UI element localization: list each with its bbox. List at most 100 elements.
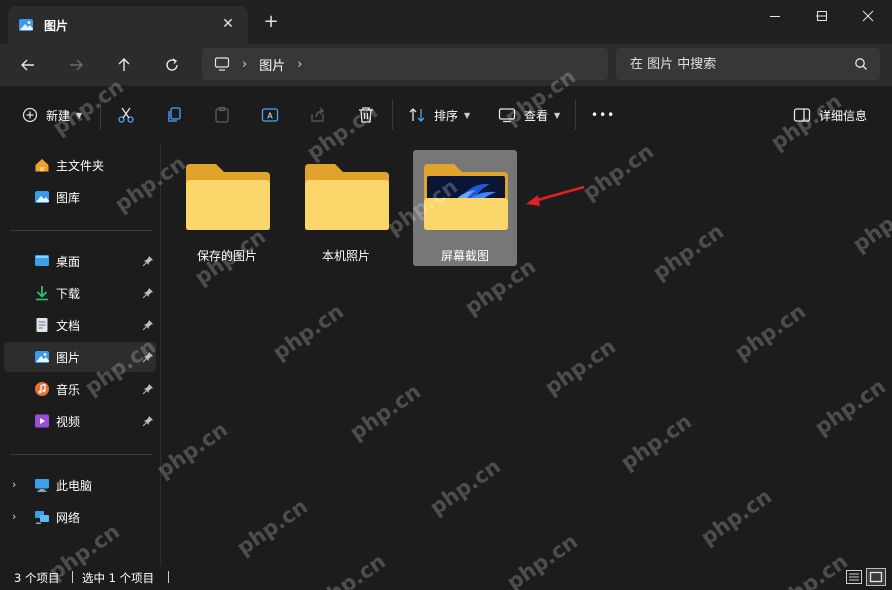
view-button[interactable]: 查看 ▼ [498,102,560,128]
details-pane-button[interactable]: 详细信息 [793,102,867,128]
view-icon [498,108,516,123]
pane-splitter[interactable] [160,144,161,566]
delete-button[interactable] [357,102,375,128]
search-input[interactable] [630,56,840,72]
folder-item-selected[interactable]: 屏幕截图 [413,150,517,266]
sidebar-item-downloads[interactable]: 下载 [4,278,156,308]
pin-icon[interactable] [142,287,154,299]
maximize-button[interactable] [799,0,845,32]
sidebar-item-label: 视频 [56,414,81,429]
sort-label: 排序 [434,108,459,123]
close-button[interactable] [845,0,891,32]
selected-count: 选中 1 个项目 [82,571,155,585]
pictures-icon [35,351,49,363]
sidebar-item-this-pc[interactable]: › 此电脑 [4,470,156,500]
refresh-button[interactable] [160,54,184,76]
this-pc-icon [35,479,49,492]
address-bar[interactable]: › 图片 › [202,48,608,80]
folder-name: 屏幕截图 [440,249,489,263]
watermark: php.cn [268,299,349,365]
tab-label: 图片 [44,18,69,33]
sort-button[interactable]: 排序 ▼ [408,102,470,128]
watermark: php.cn [345,379,426,445]
large-icons-view-button[interactable] [866,568,886,586]
watermark: php.cn [232,494,313,560]
more-options-button[interactable]: ••• [591,102,615,128]
new-button[interactable]: 新建 ▼ [22,102,82,128]
chevron-right-icon[interactable]: › [12,510,16,523]
chevron-down-icon: ▼ [76,110,83,120]
forward-button[interactable] [64,54,88,76]
share-button[interactable] [309,102,327,128]
refresh-icon [166,58,178,71]
sidebar-item-label: 此电脑 [56,478,93,493]
cut-button[interactable] [117,102,135,128]
rename-icon: A [261,108,279,122]
folder-item[interactable]: 本机照片 [294,150,398,266]
pictures-icon [19,19,33,31]
sidebar-item-videos[interactable]: 视频 [4,406,156,436]
watermark: php.cn [696,484,777,550]
watermark: php.cn [616,409,697,475]
minimize-button-2[interactable] [752,0,798,32]
svg-text:A: A [267,112,273,121]
arrow-left-icon [21,59,34,71]
sidebar-item-home[interactable]: 主文件夹 [4,150,156,180]
sidebar-item-network[interactable]: › 网络 [4,502,156,532]
download-icon [36,286,48,301]
navigation-pane: 主文件夹 图库 桌面 下载 文档 图片 音乐 视频 › 此电脑 › 网络 [0,144,160,564]
item-count: 3 个项目 [14,571,60,585]
close-icon [862,10,874,22]
up-button[interactable] [112,54,136,76]
arrow-up-icon [118,58,130,71]
search-icon[interactable] [854,57,868,71]
divider [72,571,73,583]
watermark: php.cn [425,454,506,520]
pin-icon[interactable] [142,351,154,363]
folder-name: 保存的图片 [196,249,257,263]
divider [168,571,169,583]
tiles-view-icon [869,571,883,583]
sidebar-item-label: 网络 [56,510,81,525]
watermark: php.cn [540,334,621,400]
sidebar-item-label: 音乐 [56,382,81,397]
breadcrumb-separator-icon[interactable]: › [297,57,302,72]
pin-icon[interactable] [142,255,154,267]
network-icon [35,511,49,524]
monitor-icon [214,57,230,71]
list-view-icon [846,570,862,584]
watermark: php.cn [810,374,891,440]
search-box[interactable] [616,48,880,80]
sidebar-item-pictures[interactable]: 图片 [4,342,156,372]
divider [100,100,101,130]
new-tab-button[interactable]: + [262,13,280,31]
back-button[interactable] [16,54,40,76]
close-tab-icon[interactable]: ✕ [220,16,236,32]
sidebar-item-desktop[interactable]: 桌面 [4,246,156,276]
watermark: php.cn [730,299,811,365]
sidebar-item-documents[interactable]: 文档 [4,310,156,340]
sidebar-item-music[interactable]: 音乐 [4,374,156,404]
minimize-icon [770,16,780,17]
desktop-icon [35,255,49,266]
tab-pictures[interactable]: 图片 ✕ [8,6,248,44]
sidebar-item-label: 图库 [56,190,81,205]
copy-button[interactable] [165,102,183,128]
folder-name: 本机照片 [321,249,370,263]
folder-item[interactable]: 保存的图片 [175,150,279,266]
details-pane-icon [793,108,811,122]
sidebar-item-gallery[interactable]: 图库 [4,182,156,212]
pin-icon[interactable] [142,415,154,427]
maximize-icon [817,11,827,21]
chevron-right-icon[interactable]: › [12,478,16,491]
breadcrumb-separator-icon[interactable]: › [242,57,247,72]
breadcrumb-pictures[interactable]: 图片 [259,55,285,74]
divider [575,100,576,130]
pin-icon[interactable] [142,383,154,395]
copy-icon [168,107,181,122]
rename-button[interactable]: A [261,102,279,128]
details-view-button[interactable] [844,568,864,586]
videos-icon [35,414,49,428]
paste-button[interactable] [213,102,231,128]
pin-icon[interactable] [142,319,154,331]
